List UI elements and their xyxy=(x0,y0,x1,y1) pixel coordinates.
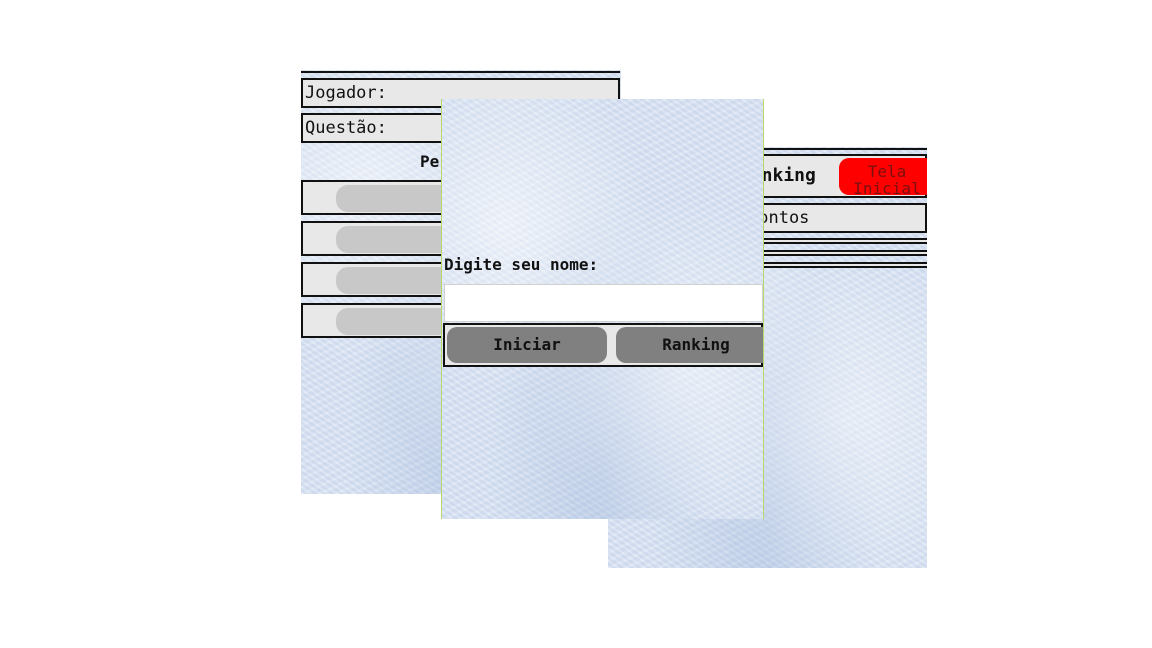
button-row: Iniciar Ranking xyxy=(443,323,763,367)
start-screen: Digite seu nome: Iniciar Ranking xyxy=(441,99,764,519)
home-screen-button[interactable]: Tela Inicial xyxy=(839,158,927,195)
name-input[interactable] xyxy=(444,284,763,322)
start-button[interactable]: Iniciar xyxy=(447,327,607,363)
question-label: Questão: xyxy=(305,118,387,138)
ranking-button[interactable]: Ranking xyxy=(616,327,763,363)
top-divider xyxy=(301,71,620,73)
name-prompt: Digite seu nome: xyxy=(444,255,599,274)
player-label: Jogador: xyxy=(305,83,387,103)
